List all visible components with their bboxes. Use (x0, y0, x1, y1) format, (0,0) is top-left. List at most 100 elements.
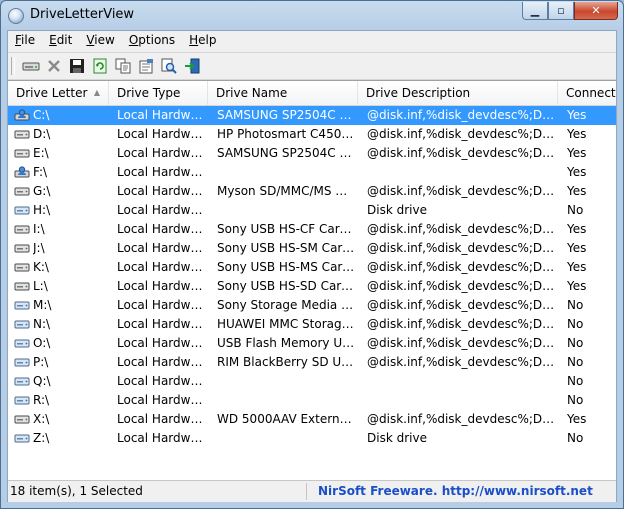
cell-drive-letter: K:\ (33, 260, 49, 274)
cell-drive-description: Disk drive (367, 203, 427, 217)
menu-edit-label: dit (56, 33, 73, 47)
table-row[interactable]: C:\ Local Hardware SAMSUNG SP2504C SCSI...… (8, 106, 616, 125)
cell-drive-name: SAMSUNG SP2504C SCSI... (217, 146, 355, 160)
cell-connected: No (567, 355, 584, 369)
table-row[interactable]: O:\ Local Hardware USB Flash Memory USB ..… (8, 334, 616, 353)
drive-icon (14, 320, 30, 329)
delete-button[interactable] (42, 55, 65, 77)
table-row[interactable]: G:\ Local Hardware Myson SD/MMC/MS Re... @d… (8, 182, 616, 201)
table-row[interactable]: N:\ Local Hardware HUAWEI MMC Storage ... @… (8, 315, 616, 334)
menu-edit-accel: E (49, 33, 57, 47)
copy-button[interactable] (111, 55, 134, 77)
cell-connected: Yes (567, 127, 587, 141)
cell-drive-letter: G:\ (33, 184, 51, 198)
cell-drive-description: @disk.inf,%disk_devdesc%;Disk d... (367, 127, 555, 141)
cell-drive-description: @disk.inf,%disk_devdesc%;Disk d... (367, 279, 555, 293)
copy-icon (115, 58, 130, 74)
cell-drive-type: Local Hardware (117, 374, 207, 388)
menu-options-accel: O (128, 33, 139, 47)
drive-icon (14, 377, 30, 386)
title-bar[interactable]: DriveLetterView ▁ ▫ ✕ (1, 1, 623, 30)
cell-connected: Yes (567, 108, 587, 122)
menu-edit[interactable]: Edit (42, 31, 79, 51)
refresh-button[interactable] (88, 55, 111, 77)
status-bar: 18 item(s), 1 Selected NirSoft Freeware.… (8, 480, 616, 502)
cell-drive-name (217, 391, 355, 410)
find-icon (161, 58, 177, 74)
table-row[interactable]: F:\ Local Hardware Yes (8, 163, 616, 182)
table-row[interactable]: Q:\ Local Hardware No (8, 372, 616, 391)
drive-icon (14, 282, 30, 291)
cell-connected: Yes (567, 184, 587, 198)
table-row[interactable]: H:\ Local Hardware Disk drive No (8, 201, 616, 220)
menu-file[interactable]: File (8, 31, 42, 51)
cell-drive-type: Local Hardware (117, 127, 207, 141)
table-row[interactable]: K:\ Local Hardware Sony USB HS-MS Card ...… (8, 258, 616, 277)
drive-icon (14, 130, 30, 139)
table-row[interactable]: Z:\ Local Hardware Disk drive No (8, 429, 616, 448)
column-drive-type[interactable]: Drive Type (109, 81, 208, 105)
cell-drive-letter: D:\ (33, 127, 51, 141)
menu-bar: File Edit View Options Help (8, 31, 616, 51)
drive-button[interactable] (19, 55, 42, 77)
nirsoft-link[interactable]: NirSoft Freeware. http://www.nirsoft.net (318, 484, 593, 498)
table-row[interactable]: I:\ Local Hardware Sony USB HS-CF Card ...… (8, 220, 616, 239)
menu-options[interactable]: Options (122, 31, 182, 51)
menu-help[interactable]: Help (182, 31, 223, 51)
cell-drive-description: @disk.inf,%disk_devdesc%;Disk d... (367, 336, 555, 350)
drive-list[interactable]: Drive Letter ▲ Drive Type Drive Name Dri… (8, 80, 616, 485)
cell-drive-description: @disk.inf,%disk_devdesc%;Disk d... (367, 317, 555, 331)
table-row[interactable]: R:\ Local Hardware No (8, 391, 616, 410)
cell-connected: Yes (567, 165, 587, 179)
cell-drive-name: Sony USB HS-MS Card ... (217, 260, 355, 274)
drive-icon (14, 339, 30, 348)
list-header: Drive Letter ▲ Drive Type Drive Name Dri… (8, 81, 616, 106)
cell-connected: No (567, 203, 584, 217)
cell-drive-name (217, 429, 355, 448)
column-drive-type-label: Drive Type (117, 86, 181, 100)
column-drive-letter[interactable]: Drive Letter ▲ (8, 81, 109, 105)
cell-drive-description: @disk.inf,%disk_devdesc%;Disk d... (367, 184, 555, 198)
app-icon[interactable] (8, 8, 24, 24)
cell-drive-name: USB Flash Memory USB ... (217, 336, 355, 350)
drive-icon (14, 166, 30, 178)
cell-connected: No (567, 374, 584, 388)
table-row[interactable]: J:\ Local Hardware Sony USB HS-SM Card ...… (8, 239, 616, 258)
exit-button[interactable] (180, 55, 203, 77)
cell-drive-letter: C:\ (33, 108, 50, 122)
cell-connected: Yes (567, 279, 587, 293)
menu-file-label: ile (21, 33, 36, 47)
cell-drive-letter: M:\ (33, 298, 52, 312)
cell-drive-type: Local Hardware (117, 203, 207, 217)
cell-drive-letter: J:\ (33, 241, 45, 255)
properties-button[interactable] (134, 55, 157, 77)
table-row[interactable]: E:\ Local Hardware SAMSUNG SP2504C SCSI...… (8, 144, 616, 163)
column-drive-name[interactable]: Drive Name (208, 81, 358, 105)
table-row[interactable]: M:\ Local Hardware Sony Storage Media USB.… (8, 296, 616, 315)
drive-icon (14, 301, 30, 310)
minimize-button[interactable]: ▁ (522, 2, 548, 20)
find-button[interactable] (157, 55, 180, 77)
maximize-button[interactable]: ▫ (548, 2, 574, 20)
menu-view[interactable]: View (79, 31, 121, 51)
table-row[interactable]: P:\ Local Hardware RIM BlackBerry SD USB .… (8, 353, 616, 372)
column-drive-description[interactable]: Drive Description (358, 81, 558, 105)
column-connected[interactable]: Connected (558, 81, 616, 105)
sort-arrow-icon: ▲ (93, 88, 100, 97)
table-row[interactable]: X:\ Local Hardware WD 5000AAV External U..… (8, 410, 616, 429)
drive-icon (14, 415, 30, 424)
cell-drive-name: SAMSUNG SP2504C SCSI... (217, 108, 355, 122)
cell-connected: Yes (567, 260, 587, 274)
cell-connected: No (567, 317, 584, 331)
table-row[interactable]: D:\ Local Hardware HP Photosmart C4500 U..… (8, 125, 616, 144)
app-window: DriveLetterView ▁ ▫ ✕ File Edit View Opt… (0, 0, 624, 509)
cell-drive-type: Local Hardware (117, 393, 207, 407)
toolbar-grip[interactable] (11, 57, 15, 75)
drive-icon (14, 244, 30, 253)
cell-connected: No (567, 298, 584, 312)
table-row[interactable]: L:\ Local Hardware Sony USB HS-SD Card ...… (8, 277, 616, 296)
close-button[interactable]: ✕ (574, 2, 618, 20)
save-button[interactable] (65, 55, 88, 77)
cell-drive-description: Disk drive (367, 431, 427, 445)
cell-drive-type: Local Hardware (117, 317, 207, 331)
